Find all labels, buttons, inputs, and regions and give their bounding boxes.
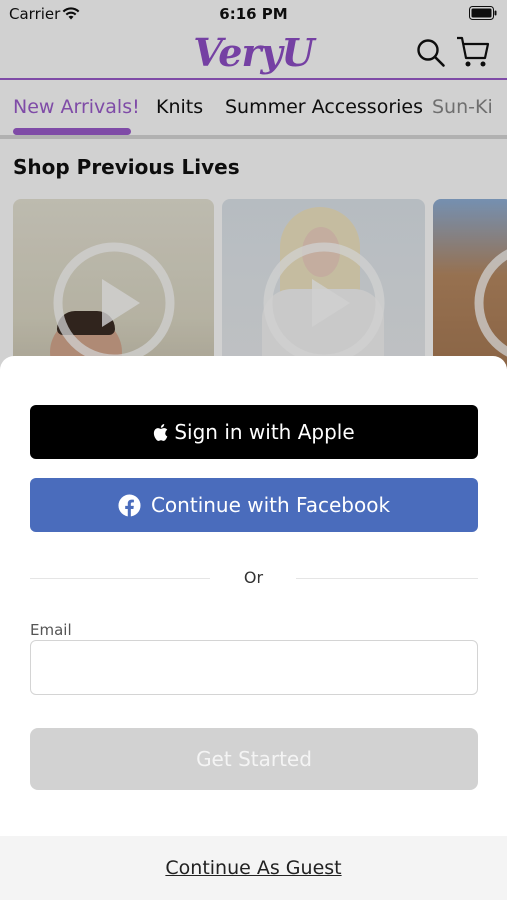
sign-in-with-apple-button[interactable]: Sign in with Apple	[30, 405, 478, 459]
email-field[interactable]	[30, 640, 478, 695]
guest-bar: Continue As Guest	[0, 836, 507, 900]
facebook-button-label: Continue with Facebook	[150, 493, 391, 517]
facebook-icon	[118, 493, 141, 517]
get-started-button[interactable]: Get Started	[30, 728, 478, 790]
email-label: Email	[30, 621, 72, 639]
apple-icon	[154, 423, 168, 441]
screen: Carrier 6:16 PM VeryU New Arrivals! Knit…	[0, 0, 507, 900]
apple-button-label: Sign in with Apple	[174, 420, 355, 444]
continue-with-facebook-button[interactable]: Continue with Facebook	[30, 478, 478, 532]
divider-line	[296, 578, 478, 579]
get-started-label: Get Started	[196, 747, 312, 771]
signin-sheet: Sign in with Apple Continue with Faceboo…	[0, 356, 507, 900]
continue-as-guest-link[interactable]: Continue As Guest	[0, 857, 507, 879]
